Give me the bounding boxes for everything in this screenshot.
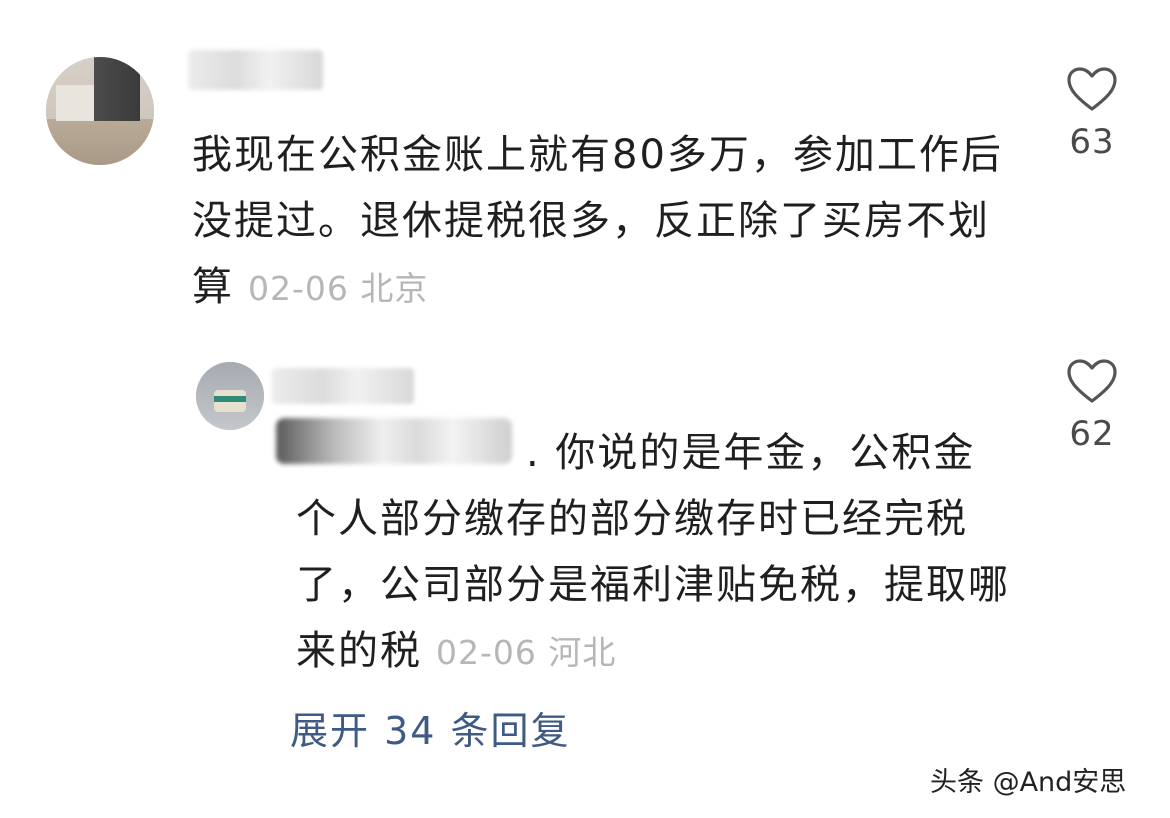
reply-body: . 你说的是年金，公积金个人部分缴存的部分缴存时已经完税了，公司部分是福利津贴免…	[296, 430, 1010, 674]
avatar-photo-floor	[46, 119, 154, 165]
like-button[interactable]: 62	[1052, 358, 1132, 454]
blurred-username[interactable]	[188, 50, 323, 90]
reply-date: 02-06	[436, 633, 537, 672]
reply-text: . 你说的是年金，公积金个人部分缴存的部分缴存时已经完税了，公司部分是福利津贴免…	[296, 420, 1016, 686]
expand-replies-link[interactable]: 展开 34 条回复	[290, 700, 571, 755]
like-button[interactable]: 63	[1052, 66, 1132, 162]
reply-meta: 02-06 河北	[436, 633, 616, 672]
avatar-photo-object	[56, 85, 96, 121]
heart-outline-icon[interactable]	[1066, 66, 1118, 112]
avatar-photo-object	[94, 57, 140, 121]
heart-outline-icon[interactable]	[1066, 358, 1118, 404]
comment-location: 北京	[360, 269, 429, 308]
comment-text: 我现在公积金账上就有80多万，参加工作后没提过。退休提税很多，反正除了买房不划算…	[192, 122, 1022, 322]
reply-avatar[interactable]	[196, 362, 264, 430]
reply-location: 河北	[548, 633, 617, 672]
watermark: 头条 @And安思	[930, 767, 1127, 798]
comment-meta: 02-06 北京	[248, 269, 428, 308]
like-count: 63	[1069, 122, 1115, 162]
comment-date: 02-06	[248, 269, 349, 308]
blurred-username[interactable]	[272, 368, 414, 404]
like-count: 62	[1069, 414, 1115, 454]
avatar-photo-object	[214, 396, 246, 402]
avatar[interactable]	[46, 57, 154, 165]
